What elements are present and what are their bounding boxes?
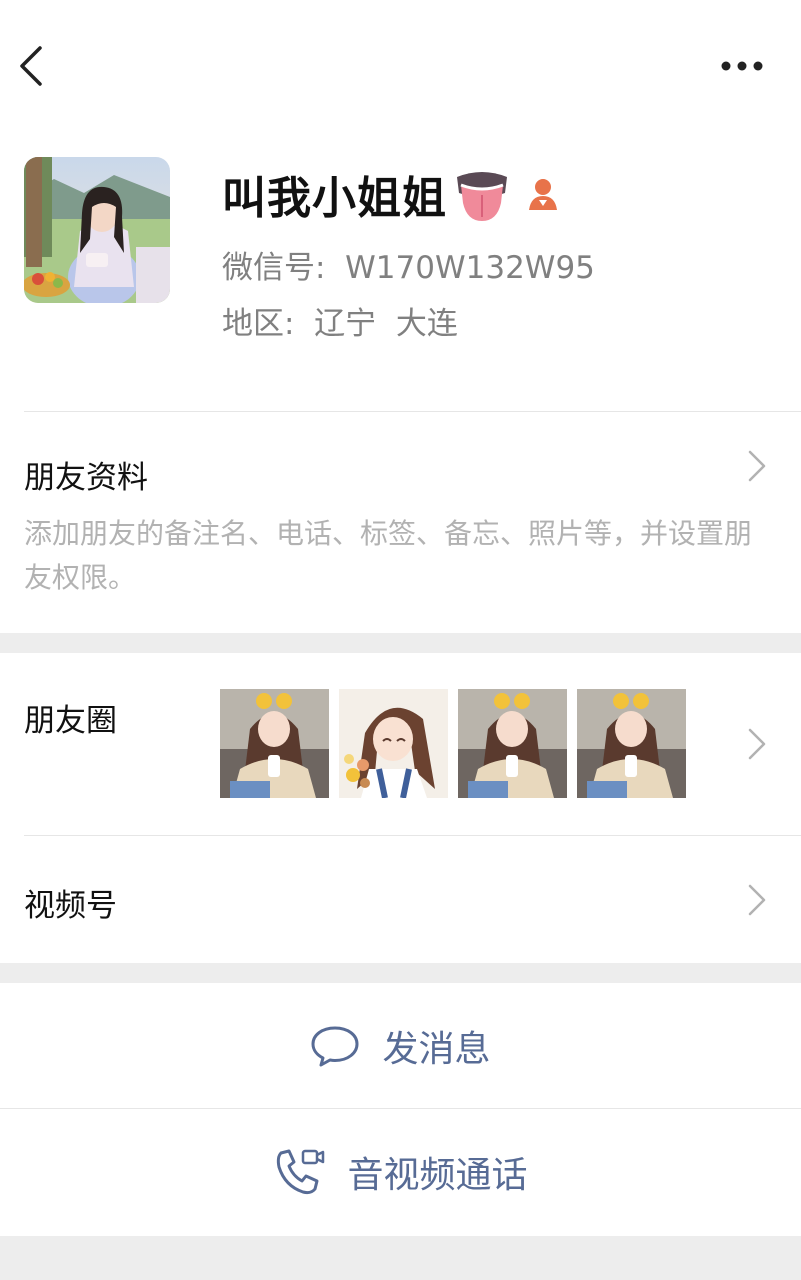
moments-title: 朋友圈	[24, 703, 117, 739]
voice-video-call-label: 音视频通话	[347, 1154, 528, 1196]
back-button[interactable]	[14, 40, 54, 92]
moments-section: 朋友圈 视频号	[0, 653, 801, 963]
send-message-button[interactable]: 发消息	[0, 983, 801, 1108]
profile-card: 叫我小姐姐 微信号: W170W132W95 地区: 辽宁 大连 朋友资料 添加…	[0, 0, 801, 633]
moments-thumbnail	[220, 689, 329, 798]
tongue-out-emoji-icon	[457, 172, 507, 221]
region: 地区: 辽宁 大连	[222, 306, 458, 342]
friend-info-description: 添加朋友的备注名、电话、标签、备忘、照片等，并设置朋友权限。	[24, 517, 753, 594]
voice-video-call-button[interactable]: 音视频通话	[0, 1109, 801, 1234]
chat-bubble-icon	[311, 1026, 359, 1066]
friend-info-title: 朋友资料	[24, 460, 148, 496]
moments-thumbnail	[577, 689, 686, 798]
send-message-label: 发消息	[382, 1028, 491, 1070]
avatar-image	[24, 157, 170, 303]
channels-row[interactable]: 视频号	[0, 836, 801, 963]
female-person-icon	[529, 179, 557, 210]
channels-title: 视频号	[24, 888, 117, 924]
friend-info-row[interactable]: 朋友资料 添加朋友的备注名、电话、标签、备忘、照片等，并设置朋友权限。	[0, 412, 801, 633]
chevron-right-icon	[748, 884, 766, 916]
avatar[interactable]	[24, 157, 170, 303]
actions-section: 发消息 音视频通话	[0, 983, 801, 1236]
wechat-id: 微信号: W170W132W95	[222, 250, 595, 286]
moments-row[interactable]: 朋友圈	[0, 653, 801, 835]
moments-thumbnail	[458, 689, 567, 798]
contact-profile-screen: 叫我小姐姐 微信号: W170W132W95 地区: 辽宁 大连 朋友资料 添加…	[0, 0, 801, 1280]
moments-thumbnails	[220, 689, 686, 798]
chevron-left-icon	[20, 46, 42, 86]
more-button[interactable]	[712, 46, 772, 86]
phone-video-icon	[277, 1149, 325, 1194]
nickname-row: 叫我小姐姐	[222, 158, 563, 230]
nickname: 叫我小姐姐	[222, 173, 447, 224]
moments-thumbnail	[339, 689, 448, 798]
more-dots-icon	[721, 61, 763, 71]
chevron-right-icon	[748, 728, 766, 760]
chevron-right-icon	[748, 450, 766, 482]
